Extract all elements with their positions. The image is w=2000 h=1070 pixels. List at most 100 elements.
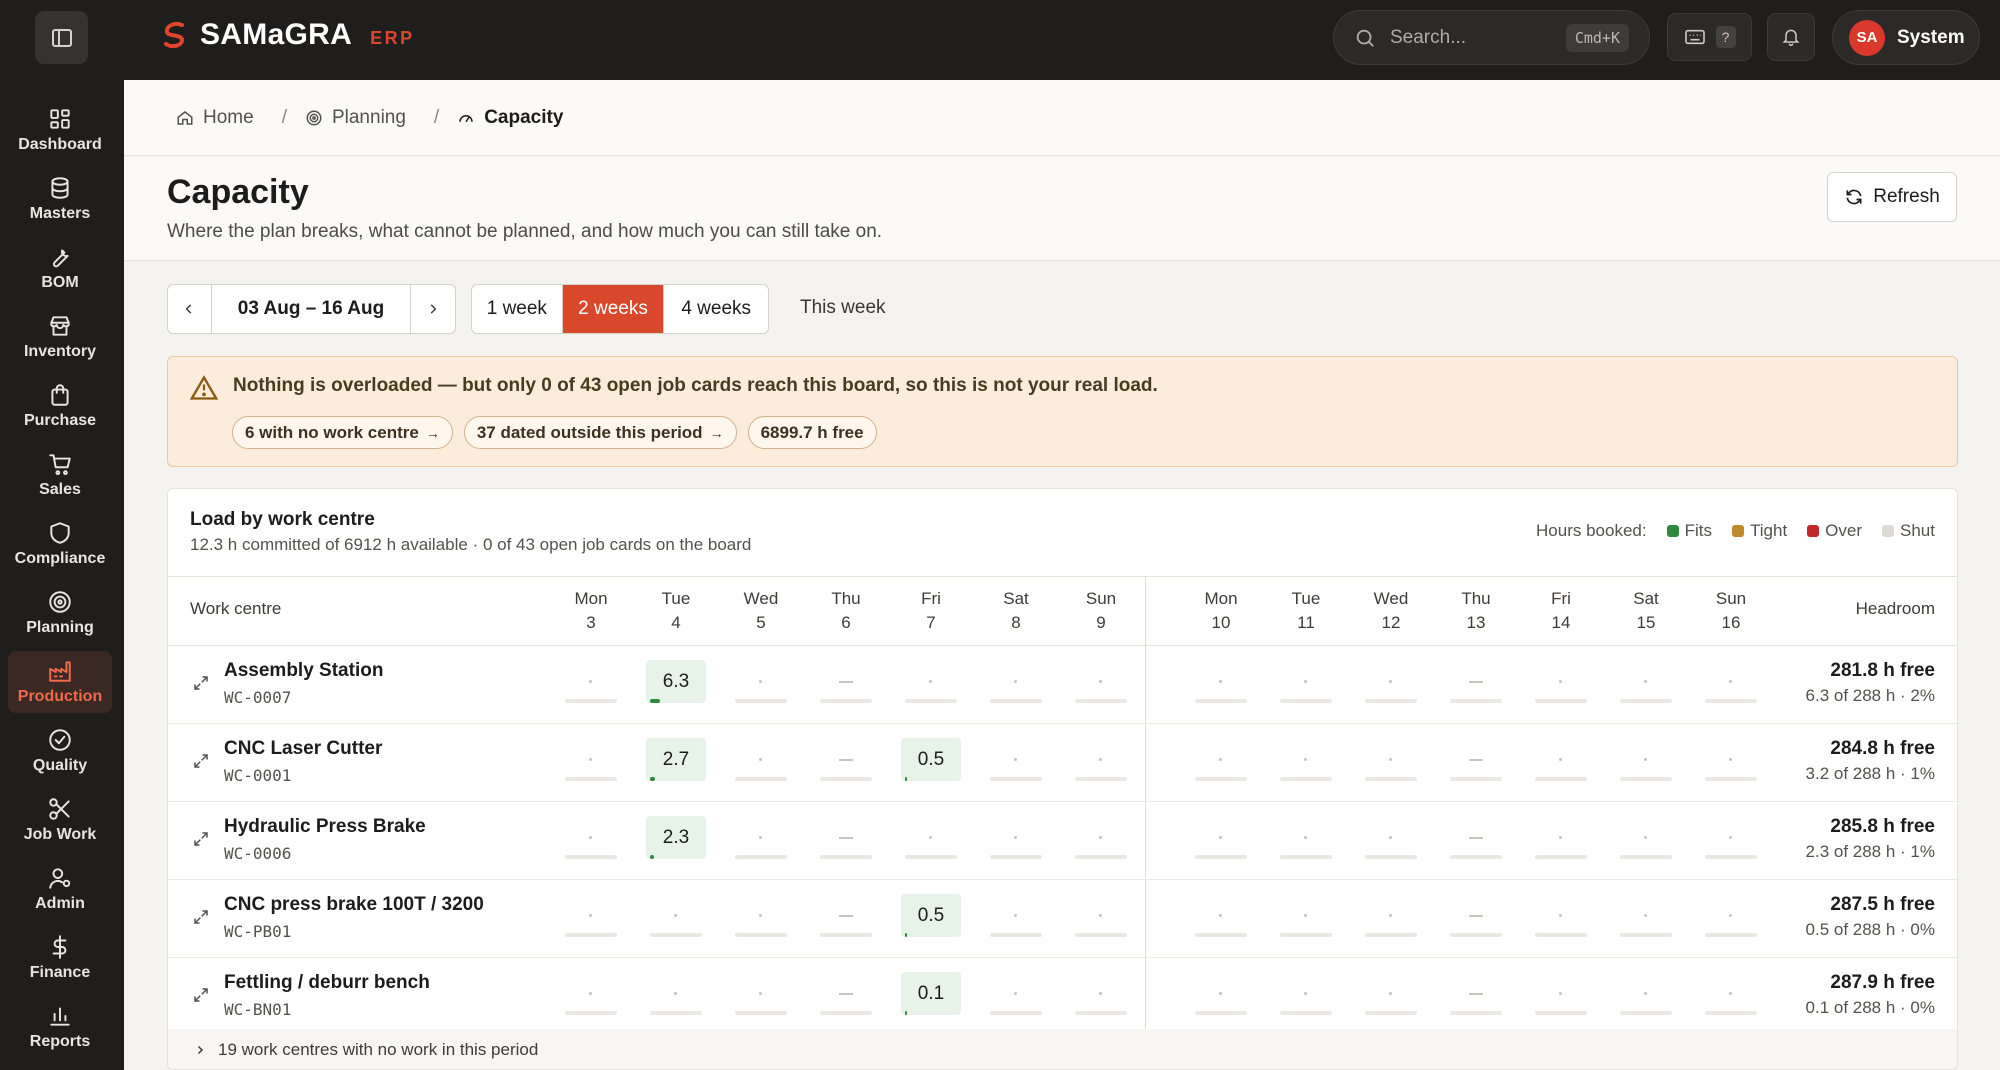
sidebar-item-finance[interactable]: Finance: [8, 927, 112, 989]
sidebar-item-admin[interactable]: Admin: [8, 858, 112, 920]
load-track: [1075, 1011, 1127, 1015]
sidebar-item-job-work[interactable]: Job Work: [8, 789, 112, 851]
day-cell: [1356, 816, 1426, 866]
sidebar-item-label: Sales: [39, 481, 81, 498]
shut-marker: [1469, 915, 1483, 917]
day-cell: [726, 660, 796, 710]
table-row[interactable]: Fettling / deburr bench WC-BN01 0.1 287.9 h…: [168, 958, 1957, 1036]
expand-icon[interactable]: [192, 752, 210, 770]
check-circle-icon: [49, 729, 71, 751]
store-icon: [50, 316, 70, 336]
sidebar-item-planning[interactable]: Planning: [8, 582, 112, 644]
work-centre-code: WC-BN01: [224, 1000, 292, 1019]
sidebar-item-purchase[interactable]: Purchase: [8, 375, 112, 437]
empty-marker: [1644, 914, 1647, 917]
load-fill: [650, 699, 660, 703]
load-track: [1535, 933, 1587, 937]
expand-icon[interactable]: [192, 986, 210, 1004]
shield-icon: [50, 522, 70, 544]
chip-label: 37 dated outside this period: [476, 422, 703, 442]
user-menu[interactable]: SA System: [1832, 10, 1980, 65]
headroom-usage: 2.3 of 288 h · 1%: [1805, 842, 1935, 861]
expand-icon[interactable]: [192, 830, 210, 848]
breadcrumb-planning[interactable]: Planning: [305, 107, 406, 129]
sidebar-item-reports[interactable]: Reports: [8, 996, 112, 1058]
day-cell: [556, 738, 626, 788]
col-day-3: Mon 3: [556, 587, 626, 635]
empty-marker: [589, 992, 592, 995]
range-4-weeks[interactable]: 4 weeks: [664, 285, 768, 333]
work-centre-name[interactable]: Hydraulic Press Brake: [224, 816, 426, 838]
refresh-button[interactable]: Refresh: [1827, 172, 1957, 222]
breadcrumb-home[interactable]: Home: [176, 107, 254, 129]
load-track: [1195, 777, 1247, 781]
expand-icon[interactable]: [192, 674, 210, 692]
day-cell[interactable]: 6.3: [641, 660, 711, 710]
day-cell: [1611, 972, 1681, 1022]
load-track: [1195, 933, 1247, 937]
empty-marker: [1389, 992, 1392, 995]
target-icon: [49, 591, 71, 613]
arrow-right-icon: →: [425, 424, 440, 441]
day-cell[interactable]: 0.1: [896, 972, 966, 1022]
search-input[interactable]: Search... Cmd+K: [1333, 10, 1650, 65]
sidebar-item-bom[interactable]: BOM: [8, 237, 112, 299]
prev-period-button[interactable]: [168, 285, 212, 333]
day-name: Sun: [1085, 589, 1117, 608]
sidebar-item-quality[interactable]: Quality: [8, 720, 112, 782]
range-1-week[interactable]: 1 week: [472, 285, 563, 333]
sidebar-item-dashboard[interactable]: Dashboard: [8, 99, 112, 161]
sidebar-item-label: Job Work: [23, 826, 97, 843]
sidebar-item-masters[interactable]: Masters: [8, 168, 112, 230]
brand[interactable]: SAMaGRA ERP: [160, 18, 415, 52]
shut-marker: [1469, 837, 1483, 839]
col-day-10: Mon 10: [1186, 587, 1256, 635]
collapsed-work-centres-toggle[interactable]: 19 work centres with no work in this per…: [168, 1029, 1957, 1069]
sidebar-item-label: Reports: [29, 1033, 91, 1050]
day-cell: [556, 660, 626, 710]
empty-marker: [1729, 680, 1732, 683]
range-2-weeks[interactable]: 2 weeks: [562, 285, 665, 333]
col-work-centre: Work centre: [190, 599, 282, 618]
work-centre-name[interactable]: CNC press brake 100T / 3200: [224, 894, 484, 916]
headroom-usage: 6.3 of 288 h · 2%: [1805, 686, 1935, 705]
outside-period-chip[interactable]: 37 dated outside this period →: [463, 416, 737, 449]
work-centre-name[interactable]: CNC Laser Cutter: [224, 738, 382, 760]
day-number: 10: [1211, 613, 1231, 632]
bar-chart-icon: [50, 1007, 70, 1026]
table-row[interactable]: Hydraulic Press Brake WC-0006 2.3 285.8 h f…: [168, 802, 1957, 880]
this-week-button[interactable]: This week: [800, 297, 886, 319]
next-period-button[interactable]: [411, 285, 455, 333]
load-track: [1705, 855, 1757, 859]
day-number: 14: [1551, 613, 1571, 632]
legend-item-tight: Tight: [1732, 521, 1787, 541]
sidebar-item-inventory[interactable]: Inventory: [8, 306, 112, 368]
empty-marker: [1644, 680, 1647, 683]
day-cell: [1526, 738, 1596, 788]
load-fill: [650, 855, 654, 859]
date-range-label[interactable]: 03 Aug – 16 Aug: [212, 285, 412, 333]
sidebar-item-compliance[interactable]: Compliance: [8, 513, 112, 575]
empty-marker: [1559, 836, 1562, 839]
table-row[interactable]: Assembly Station WC-0007 6.3 281.8 h free 6.…: [168, 646, 1957, 724]
load-track: [1280, 933, 1332, 937]
table-row[interactable]: CNC Laser Cutter WC-0001 2.7 0.5 284.8 h fre…: [168, 724, 1957, 802]
sidebar-item-production[interactable]: Production: [8, 651, 112, 713]
load-track: [650, 933, 702, 937]
day-cell[interactable]: 2.7: [641, 738, 711, 788]
work-centre-name[interactable]: Fettling / deburr bench: [224, 972, 430, 994]
notifications-button[interactable]: [1767, 13, 1815, 61]
day-cell[interactable]: 0.5: [896, 738, 966, 788]
keyboard-help-button[interactable]: ?: [1667, 13, 1752, 61]
day-cell: [1066, 660, 1136, 710]
sidebar-toggle-button[interactable]: [35, 11, 88, 64]
day-cell[interactable]: 2.3: [641, 816, 711, 866]
work-centre-name[interactable]: Assembly Station: [224, 660, 383, 682]
hours-value: 2.7: [646, 738, 706, 781]
expand-icon[interactable]: [192, 908, 210, 926]
empty-marker: [1304, 914, 1307, 917]
no-work-centre-chip[interactable]: 6 with no work centre →: [232, 416, 453, 449]
day-cell[interactable]: 0.5: [896, 894, 966, 944]
table-row[interactable]: CNC press brake 100T / 3200 WC-PB01 0.5 287…: [168, 880, 1957, 958]
sidebar-item-sales[interactable]: Sales: [8, 444, 112, 506]
